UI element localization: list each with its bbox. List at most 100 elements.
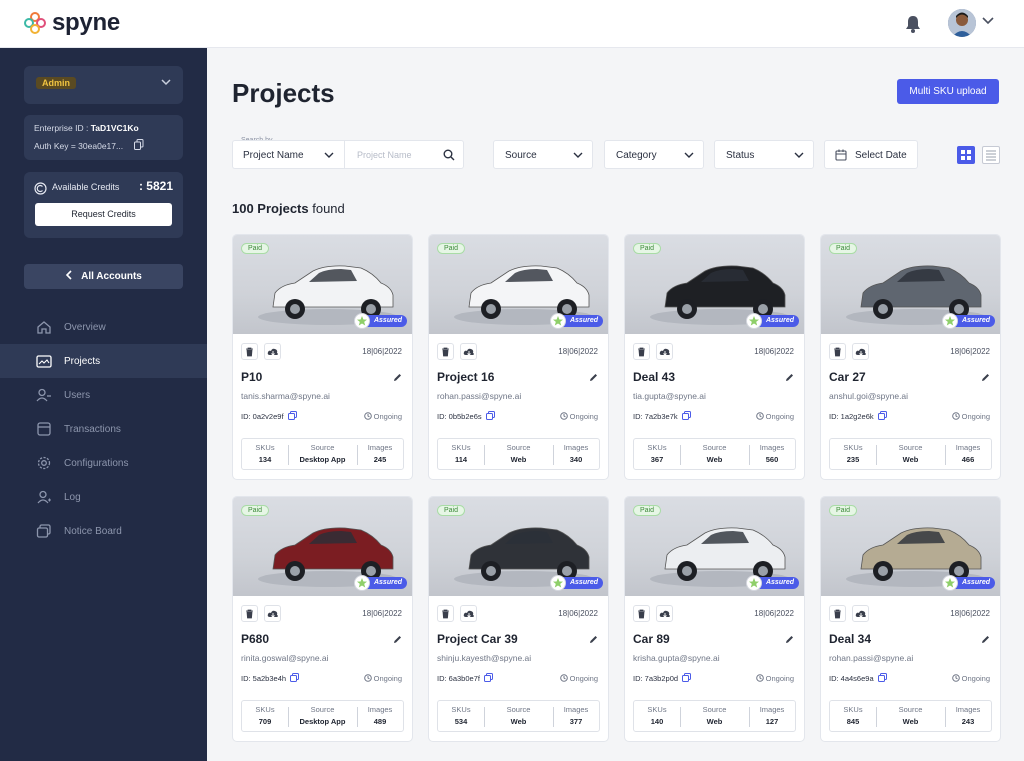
project-card[interactable]: Paid Assured 18|06|2022 Project 16 rohan… bbox=[428, 234, 609, 480]
project-thumbnail[interactable]: Paid Assured bbox=[233, 235, 412, 334]
cloud-download-icon bbox=[463, 348, 474, 356]
images-value: 340 bbox=[569, 455, 583, 464]
project-status-label: Ongoing bbox=[961, 412, 990, 421]
brand-logo[interactable]: spyne bbox=[24, 9, 120, 37]
copy-icon[interactable] bbox=[484, 673, 493, 682]
search-icon[interactable] bbox=[443, 149, 455, 161]
delete-button[interactable] bbox=[437, 343, 454, 360]
project-card[interactable]: Paid Assured 18|06|2022 Car 89 krisha.gu… bbox=[624, 496, 805, 742]
download-button[interactable] bbox=[264, 343, 281, 360]
edit-icon[interactable] bbox=[981, 635, 990, 644]
request-credits-button[interactable]: Request Credits bbox=[35, 203, 172, 226]
images-label: Images bbox=[367, 705, 393, 714]
skus-label: SKUs bbox=[647, 705, 667, 714]
grid-view-toggle[interactable] bbox=[957, 146, 975, 164]
sidebar-item-log[interactable]: Log bbox=[0, 480, 207, 514]
assured-badge: Assured bbox=[745, 313, 799, 329]
project-thumbnail[interactable]: Paid Assured bbox=[821, 497, 1000, 596]
list-view-toggle[interactable] bbox=[982, 146, 1000, 164]
edit-icon[interactable] bbox=[589, 635, 598, 644]
source-filter[interactable]: Source bbox=[493, 140, 593, 169]
chevron-down-icon[interactable] bbox=[982, 17, 994, 25]
all-accounts-button[interactable]: All Accounts bbox=[24, 264, 183, 289]
source-label: Source bbox=[506, 705, 531, 714]
category-filter[interactable]: Category bbox=[604, 140, 704, 169]
copy-icon[interactable] bbox=[682, 673, 691, 682]
project-thumbnail[interactable]: Paid Assured bbox=[233, 497, 412, 596]
copy-icon[interactable] bbox=[682, 411, 691, 420]
edit-icon[interactable] bbox=[785, 373, 794, 382]
project-card[interactable]: Paid Assured 18|06|2022 Car 27 anshul.go… bbox=[820, 234, 1001, 480]
project-name[interactable]: Deal 43 bbox=[633, 370, 675, 384]
source-stat: Source Web bbox=[876, 439, 945, 469]
project-stats: SKUs 140 Source Web Images 127 bbox=[633, 700, 796, 732]
project-name[interactable]: Project Car 39 bbox=[437, 632, 518, 646]
edit-icon[interactable] bbox=[393, 635, 402, 644]
copy-icon[interactable] bbox=[878, 673, 887, 682]
download-button[interactable] bbox=[264, 605, 281, 622]
delete-button[interactable] bbox=[829, 605, 846, 622]
project-thumbnail[interactable]: Paid Assured bbox=[625, 497, 804, 596]
sidebar-item-label: Projects bbox=[64, 355, 101, 367]
assured-badge: Assured bbox=[745, 575, 799, 591]
role-selector[interactable]: Admin bbox=[24, 66, 183, 104]
search-input[interactable]: Project Name bbox=[344, 140, 464, 169]
project-name[interactable]: Car 27 bbox=[829, 370, 866, 384]
sidebar-item-configurations[interactable]: Configurations bbox=[0, 446, 207, 480]
delete-button[interactable] bbox=[633, 605, 650, 622]
project-card[interactable]: Paid Assured 18|06|2022 Deal 34 rohan.pa… bbox=[820, 496, 1001, 742]
date-filter[interactable]: Select Date bbox=[824, 140, 918, 169]
download-button[interactable] bbox=[852, 343, 869, 360]
project-name[interactable]: Project 16 bbox=[437, 370, 494, 384]
edit-icon[interactable] bbox=[589, 373, 598, 382]
sidebar-item-projects[interactable]: Projects bbox=[0, 344, 207, 378]
bell-icon[interactable] bbox=[904, 14, 922, 34]
search-by-select[interactable]: Project Name bbox=[232, 140, 344, 169]
delete-button[interactable] bbox=[633, 343, 650, 360]
download-button[interactable] bbox=[460, 605, 477, 622]
project-card[interactable]: Paid Assured 18|06|2022 Deal 43 tia.gupt… bbox=[624, 234, 805, 480]
project-name[interactable]: Car 89 bbox=[633, 632, 670, 646]
status-filter[interactable]: Status bbox=[714, 140, 814, 169]
project-name[interactable]: P680 bbox=[241, 632, 269, 646]
multi-sku-upload-button[interactable]: Multi SKU upload bbox=[897, 79, 999, 104]
source-label: Source bbox=[310, 443, 335, 452]
skus-stat: SKUs 845 bbox=[830, 701, 876, 731]
delete-button[interactable] bbox=[241, 343, 258, 360]
assured-badge: Assured bbox=[941, 313, 995, 329]
project-card[interactable]: Paid Assured 18|06|2022 P10 tanis.sharma… bbox=[232, 234, 413, 480]
project-name[interactable]: Deal 34 bbox=[829, 632, 871, 646]
delete-button[interactable] bbox=[829, 343, 846, 360]
source-value: Web bbox=[902, 717, 919, 726]
assured-badge: Assured bbox=[941, 575, 995, 591]
avatar[interactable] bbox=[948, 9, 976, 37]
project-status: Ongoing bbox=[559, 674, 598, 683]
edit-icon[interactable] bbox=[981, 373, 990, 382]
project-name[interactable]: P10 bbox=[241, 370, 262, 384]
project-card[interactable]: Paid Assured 18|06|2022 P680 rinita.gosw… bbox=[232, 496, 413, 742]
sidebar-item-overview[interactable]: Overview bbox=[0, 310, 207, 344]
copy-icon[interactable] bbox=[878, 411, 887, 420]
delete-button[interactable] bbox=[241, 605, 258, 622]
copy-icon[interactable] bbox=[486, 411, 495, 420]
assured-badge: Assured bbox=[353, 313, 407, 329]
edit-icon[interactable] bbox=[785, 635, 794, 644]
project-thumbnail[interactable]: Paid Assured bbox=[821, 235, 1000, 334]
project-thumbnail[interactable]: Paid Assured bbox=[429, 235, 608, 334]
copy-icon[interactable] bbox=[290, 673, 299, 682]
download-button[interactable] bbox=[656, 343, 673, 360]
download-button[interactable] bbox=[656, 605, 673, 622]
copy-icon[interactable] bbox=[288, 411, 297, 420]
sidebar-item-notice-board[interactable]: Notice Board bbox=[0, 514, 207, 548]
source-value: Desktop App bbox=[299, 455, 346, 464]
download-button[interactable] bbox=[852, 605, 869, 622]
project-card[interactable]: Paid Assured 18|06|2022 Project Car 39 s… bbox=[428, 496, 609, 742]
sidebar-item-transactions[interactable]: Transactions bbox=[0, 412, 207, 446]
project-thumbnail[interactable]: Paid Assured bbox=[625, 235, 804, 334]
copy-icon[interactable] bbox=[134, 139, 144, 150]
edit-icon[interactable] bbox=[393, 373, 402, 382]
delete-button[interactable] bbox=[437, 605, 454, 622]
project-thumbnail[interactable]: Paid Assured bbox=[429, 497, 608, 596]
download-button[interactable] bbox=[460, 343, 477, 360]
sidebar-item-users[interactable]: Users bbox=[0, 378, 207, 412]
